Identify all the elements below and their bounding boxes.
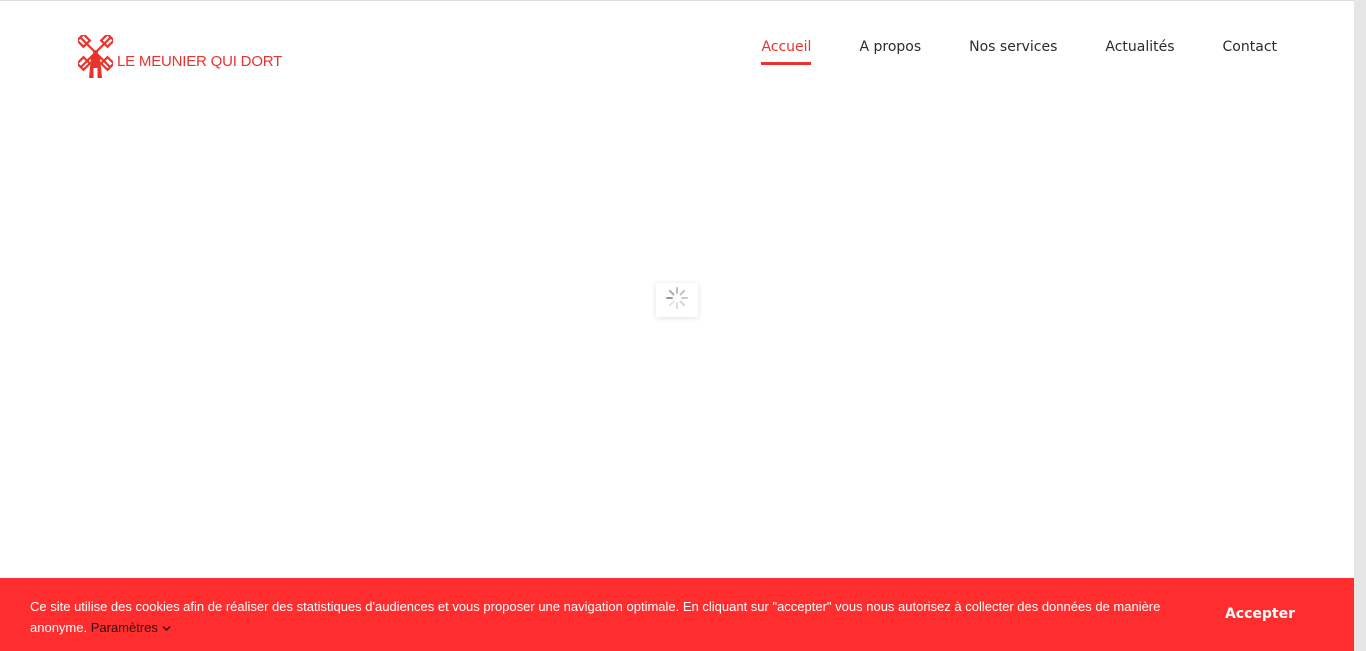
cookie-message-wrapper: Ce site utilise des cookies afin de réal…	[30, 596, 1170, 638]
cookie-message: Ce site utilise des cookies afin de réal…	[30, 599, 1161, 635]
site-logo[interactable]: LE MEUNIER QUI DORT	[78, 35, 282, 79]
nav-item-nos-services[interactable]: Nos services	[969, 39, 1057, 65]
cookie-banner: Ce site utilise des cookies afin de réal…	[0, 578, 1354, 651]
loading-box	[656, 283, 698, 317]
main-nav: Accueil A propos Nos services Actualités…	[713, 39, 1277, 65]
nav-item-contact[interactable]: Contact	[1223, 39, 1277, 65]
nav-item-a-propos[interactable]: A propos	[859, 39, 921, 65]
loading-spinner-icon	[665, 286, 689, 315]
page-scrollbar[interactable]	[1354, 0, 1366, 651]
page: LE MEUNIER QUI DORT Accueil A propos Nos…	[0, 0, 1354, 651]
logo-text: LE MEUNIER QUI DORT	[117, 52, 283, 70]
site-header: LE MEUNIER QUI DORT Accueil A propos Nos…	[0, 1, 1354, 101]
windmill-icon	[78, 35, 113, 79]
nav-item-accueil[interactable]: Accueil	[761, 39, 812, 65]
cookie-accept-button[interactable]: Accepter	[1225, 606, 1295, 622]
chevron-down-icon	[162, 620, 171, 635]
cookie-settings-link[interactable]: Paramètres	[91, 620, 171, 635]
cookie-settings-label: Paramètres	[90, 620, 158, 635]
nav-item-actualites[interactable]: Actualités	[1105, 39, 1174, 65]
